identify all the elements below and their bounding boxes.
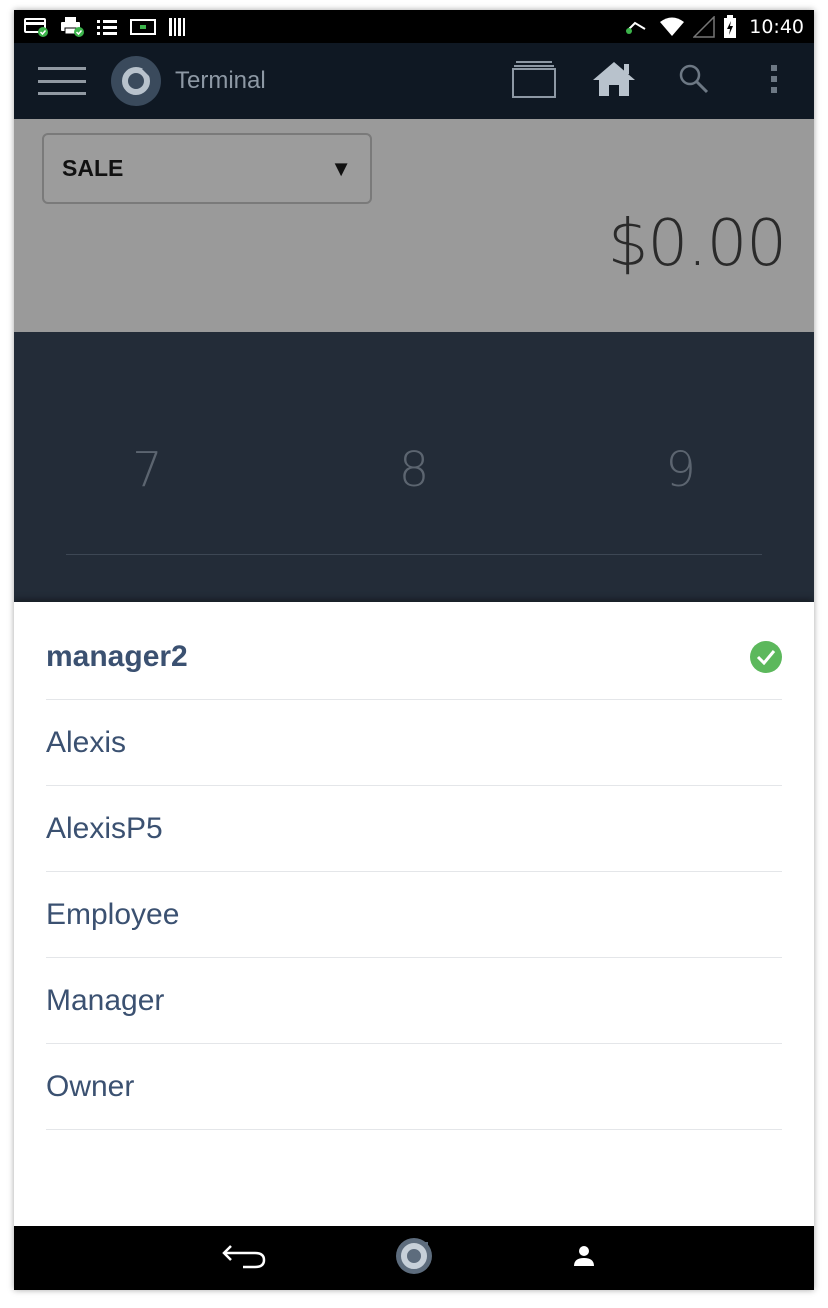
menu-icon[interactable] [38,67,86,95]
account-button[interactable] [499,1226,669,1290]
transaction-type-value: SALE [62,155,124,181]
key-9[interactable]: 9 [547,442,814,498]
home-button[interactable] [574,43,654,119]
more-vert-icon [770,64,778,99]
user-item-alexis[interactable]: Alexis [46,700,782,786]
key-8[interactable]: 8 [281,442,548,498]
navigation-bar [14,1226,814,1290]
list-icon [96,18,118,36]
cards-button[interactable] [494,43,574,119]
keypad: 7 8 9 [14,332,814,602]
user-item-employee[interactable]: Employee [46,872,782,958]
device-screen: 10:40 Terminal SALE ▼ $0.00 7 8 9 manage… [14,10,814,1290]
battery-charging-icon [723,14,737,39]
back-icon [221,1243,267,1274]
barcode-icon [168,17,188,37]
search-icon [678,63,710,100]
user-item-alexisp5[interactable]: AlexisP5 [46,786,782,872]
clover-logo-icon [111,56,161,106]
card-icon [24,17,48,37]
check-icon [750,640,782,673]
usb-icon [625,19,651,35]
app-title: Terminal [175,67,266,94]
printer-icon [60,16,84,38]
status-time: 10:40 [749,15,804,38]
user-item-owner[interactable]: Owner [46,1044,782,1130]
user-item-manager[interactable]: Manager [46,958,782,1044]
amount-area: SALE ▼ $0.00 [14,119,814,332]
user-name: Owner [46,1069,135,1103]
user-select-sheet: manager2 Alexis AlexisP5 Employee Manage… [14,602,814,1226]
user-name: Manager [46,983,165,1017]
wifi-icon [659,16,685,38]
back-button[interactable] [159,1226,329,1290]
account-icon [572,1244,596,1273]
user-name: manager2 [46,639,188,673]
user-name: Employee [46,897,180,931]
keypad-divider [66,554,762,555]
amount-display: $0.00 [607,207,787,281]
user-item-manager2[interactable]: manager2 [46,614,782,700]
home-icon [591,60,637,103]
more-options-button[interactable] [734,43,814,119]
key-7[interactable]: 7 [14,442,281,498]
transaction-type-select[interactable]: SALE ▼ [42,133,372,204]
app-bar: Terminal [14,43,814,119]
signal-icon [693,15,715,38]
status-bar: 10:40 [14,10,814,43]
clover-home-icon [394,1236,434,1281]
cards-icon [512,60,556,103]
screen-icon [130,18,156,36]
dropdown-arrow-icon: ▼ [330,155,352,181]
user-name: Alexis [46,725,127,759]
home-nav-button[interactable] [329,1226,499,1290]
search-button[interactable] [654,43,734,119]
user-name: AlexisP5 [46,811,163,845]
